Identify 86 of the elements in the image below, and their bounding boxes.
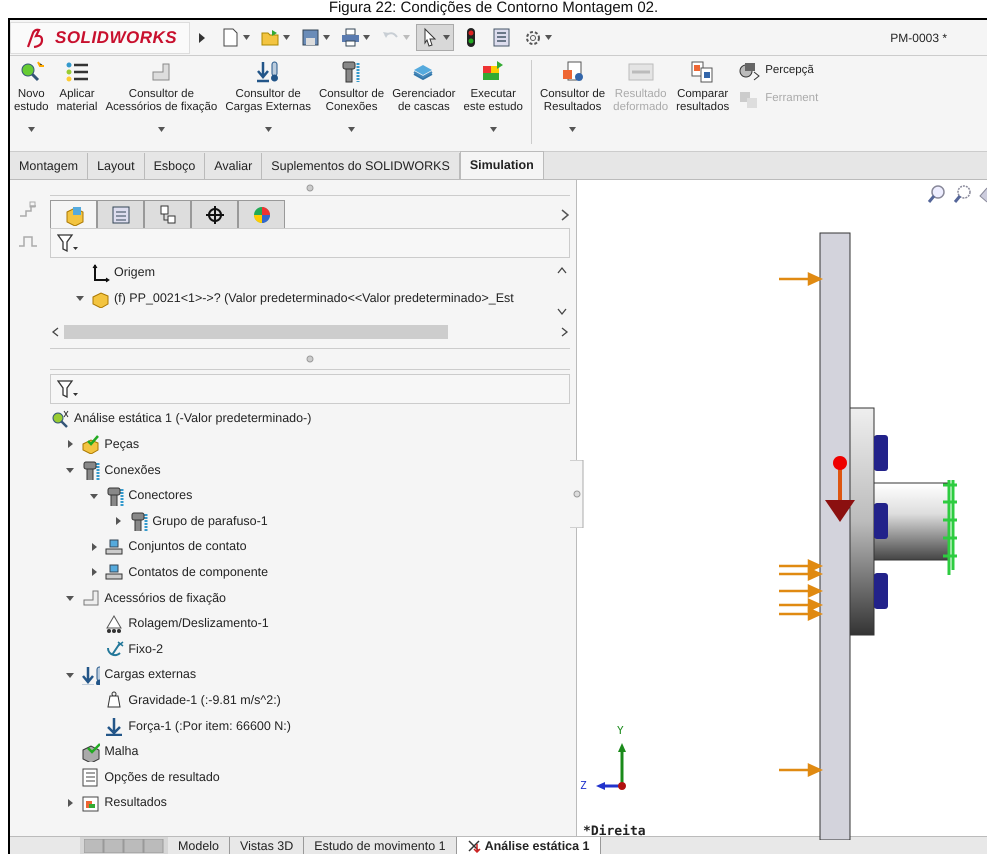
tree-item[interactable]: Gravidade-1 (:-9.81 m/s^2:) [50,688,570,714]
app-logo: SOLIDWORKS [10,22,190,54]
tree-item[interactable]: Malha [50,738,570,764]
study-icon [50,408,70,429]
tree-item[interactable]: Acessórios de fixação [50,585,570,611]
expand-arrow-icon[interactable] [89,567,100,578]
caret-icon[interactable] [490,127,497,132]
panel-tab[interactable] [191,200,238,228]
document-title: PM-0003 * [890,30,947,46]
filter-icon[interactable] [57,379,79,399]
caret-icon[interactable] [569,127,576,132]
axis-label: Y [617,723,624,739]
scroll-right-icon[interactable] [560,326,570,338]
ribbon-button[interactable]: Consultor de Cargas Externas [221,60,315,148]
property-list-icon [110,204,132,226]
ribbon-button[interactable]: Consultor de Acessórios de fixação [101,60,222,148]
tree-item[interactable]: Contatos de componente [50,560,570,586]
zoom-area-icon[interactable] [953,184,973,204]
tree-item[interactable]: Rolagem/Deslizamento-1 [50,610,570,636]
expand-arrow-icon[interactable] [65,439,76,450]
crosshair-icon [204,204,226,226]
contact-set-icon [104,562,124,582]
roller-support-icon [104,614,124,634]
tree-item[interactable]: Força-1 (:Por item: 66600 N:) [50,713,570,739]
caret-icon[interactable] [348,127,356,132]
ribbon-tab[interactable]: Avaliar [205,153,262,179]
part-check-icon [80,434,100,454]
force-arrow-icon [104,716,124,736]
load-icon [80,664,100,685]
tree-item[interactable]: Análise estática 1 (-Valor predeterminado-) [50,406,570,432]
ribbon-tab[interactable]: Montagem [10,153,88,179]
origin-icon [90,262,110,283]
caret-icon[interactable] [158,127,165,132]
zoom-to-fit-icon[interactable] [927,184,947,204]
scroll-down-icon[interactable] [556,308,568,316]
tree-item[interactable]: Conjuntos de contato [50,534,570,560]
magnifier-icon [737,60,762,82]
pointer-icon[interactable] [416,24,454,51]
document-tab[interactable]: Modelo [168,837,230,854]
expand-arrow-icon[interactable] [89,542,100,552]
ribbon-button[interactable]: Gerenciador de cascas [388,60,460,148]
tree-item[interactable]: Peças [50,432,570,458]
document-tab[interactable]: Análise estática 1 [456,837,601,854]
ribbon-button[interactable]: Consultor de Resultados [536,60,610,148]
panel-tab[interactable] [144,200,191,228]
scroll-up-icon[interactable] [556,266,568,274]
ribbon-button[interactable]: Comparar resultados [672,60,734,148]
splitter-handle[interactable] [306,184,314,192]
ribbon-button[interactable]: Percepçã [737,60,818,82]
scroll-left-icon[interactable] [50,326,60,338]
caret-icon[interactable] [28,127,35,132]
tree-item[interactable]: Fixo-2 [50,636,570,662]
caret-icon[interactable] [264,127,272,132]
ribbon-tab[interactable]: Layout [88,153,145,179]
expand-arrow-icon[interactable] [65,798,76,808]
tree-item[interactable]: Resultados [50,790,570,816]
ribbon-button[interactable]: Aplicar material [52,60,102,148]
collapse-arrow-icon[interactable] [75,293,85,304]
collapse-panel-handle[interactable] [570,460,584,528]
gravity-arrow-icon [825,456,855,522]
panel-tab[interactable] [97,200,144,228]
tree-item[interactable]: (f) PP_0021<1>->? (Valor predeterminado<<Valor predeterminado>_Est [50,286,556,312]
tree-item[interactable]: Origem [50,260,556,286]
tree-item[interactable]: Grupo de parafuso-1 [50,508,570,534]
next-icon[interactable] [560,208,570,222]
mesh-icon [80,742,100,762]
tree-item[interactable]: Opções de resultado [50,764,570,790]
list-icon [64,60,90,84]
tree-item[interactable]: Cargas externas [50,662,570,688]
ribbon-tab[interactable]: Esboço [144,153,206,179]
tree-item[interactable]: Conexões [50,457,570,483]
axis-label: Z [580,778,587,794]
figure-caption: Figura 22: Condições de Contorno Montagem 02. [328,0,660,18]
tree-item[interactable]: Conectores [50,482,570,508]
document-tab[interactable]: Vistas 3D [230,837,304,854]
study-icon [466,838,481,852]
scrollbar-thumb[interactable] [64,325,448,339]
contact-set-icon [104,536,124,557]
ribbon-tab[interactable]: Simulation [460,151,544,179]
options-list-icon [80,767,100,788]
ribbon-button[interactable]: Executar este estudo [459,60,527,148]
splitter-handle[interactable] [306,355,314,363]
expand-arrow-icon[interactable] [113,516,124,526]
filter-icon[interactable] [57,233,79,253]
ribbon-button[interactable]: Novo estudo [10,60,53,148]
ribbon-button[interactable]: Consultor de Conexões [314,60,388,148]
